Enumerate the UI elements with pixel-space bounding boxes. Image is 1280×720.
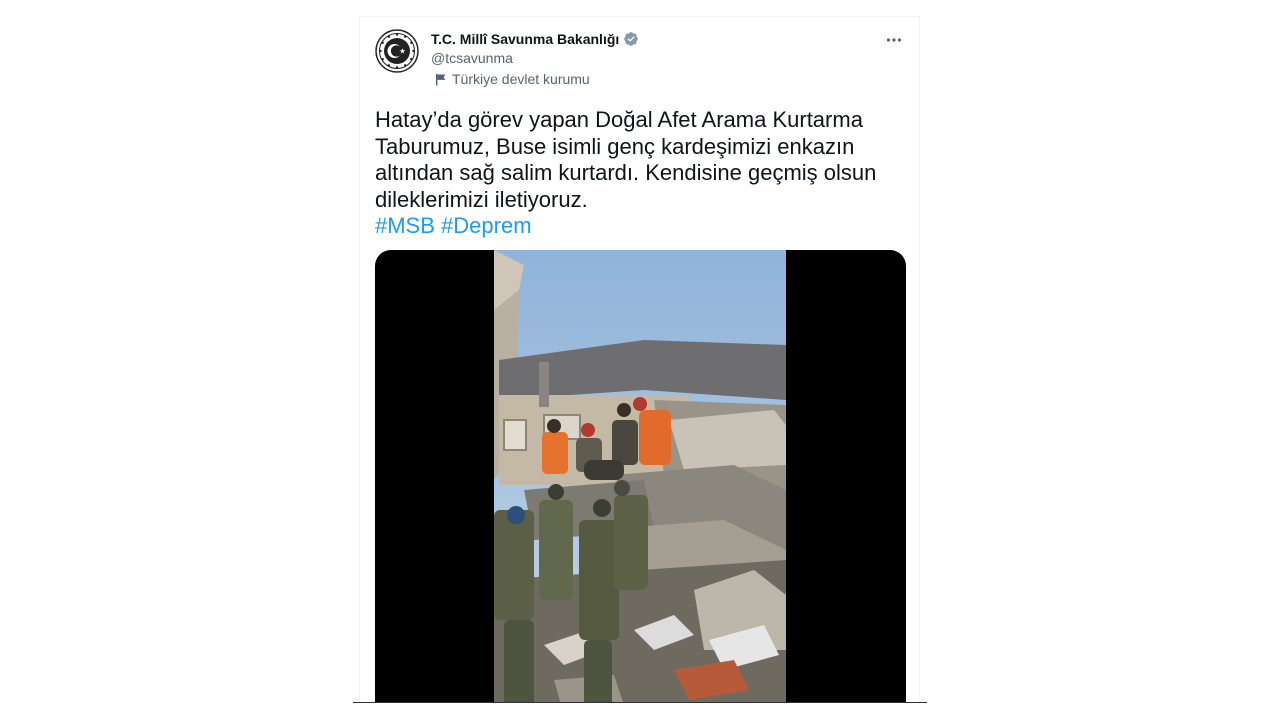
tweet-text-line: dileklerimizi iletiyoruz. xyxy=(375,186,588,212)
tweet-author: T.C. Millî Savunma Bakanlığı @tcsavunma xyxy=(431,29,639,68)
author-handle[interactable]: @tcsavunma xyxy=(431,50,639,68)
hashtag-row: #MSB #Deprem xyxy=(375,213,905,240)
tweet-text: Hatay’da görev yapan Doğal Afet Arama Ku… xyxy=(375,107,905,240)
affiliation-text: Türkiye devlet kurumu xyxy=(452,71,590,87)
tweet-card: T.C. Millî Savunma Bakanlığı @tcsavunma … xyxy=(359,16,920,702)
more-horizontal-icon xyxy=(886,38,902,42)
video-player[interactable] xyxy=(375,250,906,702)
tweet-text-line: Hatay’da görev yapan Doğal Afet Arama Ku… xyxy=(375,107,863,132)
hashtag-deprem-link[interactable]: #Deprem xyxy=(441,213,531,238)
divider xyxy=(353,702,927,703)
author-display-name[interactable]: T.C. Millî Savunma Bakanlığı xyxy=(431,31,619,47)
video-frame[interactable] xyxy=(494,250,786,702)
tweet-text-line: altından sağ salim kurtardı. Kendisine g… xyxy=(375,160,877,185)
hashtag-msb-link[interactable]: #MSB xyxy=(375,213,435,238)
rescue-scene-image xyxy=(494,250,786,702)
more-options-button[interactable] xyxy=(881,29,907,51)
affiliation-label[interactable]: Türkiye devlet kurumu xyxy=(435,71,590,87)
verified-badge-icon[interactable] xyxy=(623,31,639,47)
name-row: T.C. Millî Savunma Bakanlığı xyxy=(431,29,639,49)
flag-icon xyxy=(435,73,447,86)
tweet-text-line: Taburumuz, Buse isimli genç kardeşimizi … xyxy=(375,133,855,159)
ministry-emblem-icon xyxy=(375,29,419,73)
avatar[interactable] xyxy=(375,29,419,73)
